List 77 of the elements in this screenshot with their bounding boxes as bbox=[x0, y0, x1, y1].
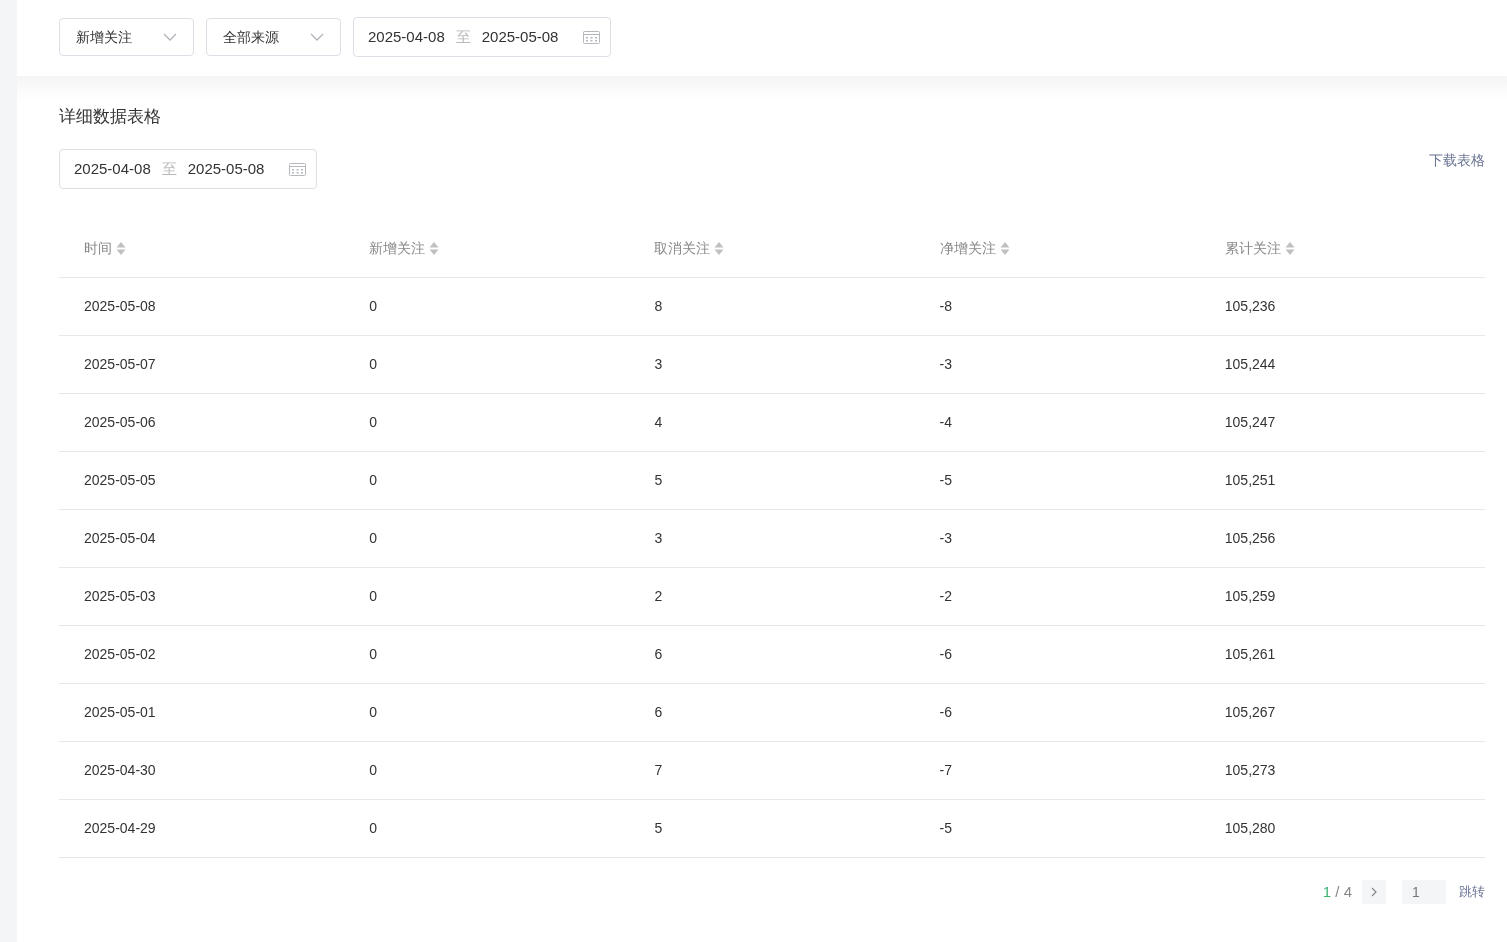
table-cell-text: -3 bbox=[939, 355, 953, 374]
table-cell-text: 0 bbox=[369, 529, 377, 548]
table-cell-text: -6 bbox=[939, 703, 953, 722]
table-cell-text: -5 bbox=[939, 819, 953, 838]
chevron-right-icon bbox=[1371, 887, 1377, 897]
type-select[interactable]: 新增关注 bbox=[59, 18, 194, 56]
jump-button[interactable]: 跳转 bbox=[1459, 882, 1485, 902]
table-cell-text: 0 bbox=[369, 703, 377, 722]
table-cell-text: 0 bbox=[369, 413, 377, 432]
table-cell-text: 3 bbox=[654, 529, 663, 548]
table-cell-text: 2025-05-02 bbox=[84, 645, 156, 664]
table-cell-text: 0 bbox=[369, 355, 377, 374]
column-header[interactable]: 累计关注 bbox=[1224, 238, 1281, 259]
table-cell-text: 5 bbox=[654, 471, 663, 490]
chevron-down-icon bbox=[310, 33, 324, 41]
table-cell-text: 4 bbox=[654, 413, 663, 432]
table-cell-text: 2025-05-04 bbox=[84, 529, 156, 548]
date-range-picker[interactable]: 2025-04-08 至 2025-05-08 bbox=[59, 149, 317, 189]
source-select[interactable]: 全部来源 bbox=[206, 18, 341, 56]
table-cell-text: 6 bbox=[654, 703, 663, 722]
table-cell-text: 2025-04-29 bbox=[84, 819, 156, 838]
table-cell-text: -8 bbox=[939, 297, 953, 316]
table-cell-text: 3 bbox=[654, 355, 663, 374]
column-header[interactable]: 时间 bbox=[84, 238, 112, 259]
column-header[interactable]: 新增关注 bbox=[369, 238, 426, 259]
table-cell-text: 0 bbox=[369, 471, 377, 490]
table-cell-text: 105,247 bbox=[1224, 413, 1276, 432]
next-page-button[interactable] bbox=[1362, 880, 1386, 904]
table-cell-text: 105,267 bbox=[1224, 703, 1276, 722]
table-cell-text: 105,259 bbox=[1224, 587, 1276, 606]
calendar-icon bbox=[289, 162, 306, 176]
table-cell-text: 0 bbox=[369, 297, 377, 316]
date-range-picker[interactable]: 2025-04-08 至 2025-05-08 bbox=[353, 17, 611, 57]
sort-icon[interactable] bbox=[429, 241, 440, 256]
table-cell-text: 0 bbox=[369, 819, 377, 838]
table-cell-text: 0 bbox=[369, 761, 377, 780]
table-cell-text: 2025-05-07 bbox=[84, 355, 156, 374]
table-cell-text: -7 bbox=[939, 761, 953, 780]
table-cell-text: 105,251 bbox=[1224, 471, 1276, 490]
table-cell-text: 105,256 bbox=[1224, 529, 1276, 548]
table-cell-text: 8 bbox=[654, 297, 663, 316]
table-cell-text: 2025-05-01 bbox=[84, 703, 156, 722]
table-cell-text: 105,236 bbox=[1224, 297, 1276, 316]
section-title: 详细数据表格 bbox=[59, 106, 161, 128]
column-header[interactable]: 取消关注 bbox=[654, 238, 711, 259]
chevron-down-icon bbox=[163, 33, 177, 41]
sort-icon[interactable] bbox=[999, 241, 1010, 256]
table-cell-text: 2025-04-30 bbox=[84, 761, 156, 780]
range-separator: 至 bbox=[161, 158, 177, 179]
page-indicator: 1 / 4 bbox=[1322, 881, 1352, 902]
table-cell-text: 105,280 bbox=[1224, 819, 1276, 838]
table-cell-text: 2025-05-08 bbox=[84, 297, 156, 316]
table-cell-text: 6 bbox=[654, 645, 663, 664]
sort-icon[interactable] bbox=[1284, 241, 1295, 256]
table-cell-text: -6 bbox=[939, 645, 953, 664]
table-cell-text: 105,244 bbox=[1224, 355, 1276, 374]
table-cell-text: -3 bbox=[939, 529, 953, 548]
range-separator: 至 bbox=[455, 26, 471, 47]
download-link[interactable]: 下载表格 bbox=[1429, 150, 1485, 171]
calendar-icon bbox=[583, 30, 600, 44]
table-cell-text: 5 bbox=[654, 819, 663, 838]
table-cell-text: 105,273 bbox=[1224, 761, 1276, 780]
table-cell-text: 0 bbox=[369, 645, 377, 664]
table-cell-text: -4 bbox=[939, 413, 953, 432]
table-cell-text: 7 bbox=[654, 761, 663, 780]
table-cell-text: 105,261 bbox=[1224, 645, 1276, 664]
table-cell-text: 2025-05-06 bbox=[84, 413, 156, 432]
column-header[interactable]: 净增关注 bbox=[939, 238, 996, 259]
table-cell-text: -2 bbox=[939, 587, 953, 606]
table-cell-text: 2025-05-05 bbox=[84, 471, 156, 490]
table-cell-text: 2 bbox=[654, 587, 663, 606]
table-cell-text: 0 bbox=[369, 587, 377, 606]
table-cell-text: 2025-05-03 bbox=[84, 587, 156, 606]
page-jump-input[interactable]: 1 bbox=[1402, 880, 1446, 904]
sort-icon[interactable] bbox=[116, 241, 126, 256]
table-cell-text: -5 bbox=[939, 471, 953, 490]
sort-icon[interactable] bbox=[714, 241, 725, 256]
